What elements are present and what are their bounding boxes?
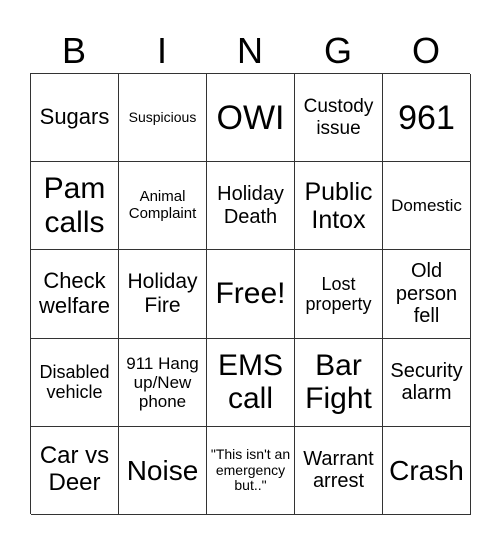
bingo-cell[interactable]: Check welfare [31,250,119,339]
bingo-cell[interactable]: Holiday Fire [119,250,207,339]
bingo-cell[interactable]: EMS call [207,338,295,427]
bingo-cell[interactable]: Car vs Deer [31,426,119,515]
bingo-cell[interactable]: Crash [383,426,471,515]
bingo-cell[interactable]: OWI [207,74,295,163]
bingo-cell[interactable]: Pam calls [31,162,119,251]
header-letter-o: O [411,30,440,71]
bingo-cell[interactable]: 961 [383,74,471,163]
bingo-cell[interactable]: Public Intox [295,162,383,251]
bingo-cell[interactable]: "This isn't an emergency but.." [207,426,295,515]
bingo-cell[interactable]: Bar Fight [295,338,383,427]
bingo-cell[interactable]: Sugars [31,74,119,163]
bingo-cell[interactable]: Free! [207,250,295,339]
bingo-cell[interactable]: Noise [119,426,207,515]
bingo-cell[interactable]: Warrant arrest [295,426,383,515]
bingo-cell[interactable]: Suspicious [119,74,207,163]
header-letter-i: I [156,30,167,71]
bingo-header: B I N G O [30,28,470,73]
bingo-cell[interactable]: Animal Complaint [119,162,207,251]
bingo-cell[interactable]: Lost property [295,250,383,339]
bingo-grid: Sugars Suspicious OWI Custody issue 961 Pam c… [30,73,471,515]
bingo-cell[interactable]: Old person fell [383,250,471,339]
header-letter-g: G [323,30,352,71]
bingo-cell[interactable]: Custody issue [295,74,383,163]
bingo-cell[interactable]: Security alarm [383,338,471,427]
bingo-cell[interactable]: Holiday Death [207,162,295,251]
bingo-cell[interactable]: Disabled vehicle [31,338,119,427]
bingo-cell[interactable]: 911 Hang up/New phone [119,338,207,427]
header-letter-n: N [237,30,263,71]
bingo-cell[interactable]: Domestic [383,162,471,251]
header-letter-b: B [61,30,86,71]
